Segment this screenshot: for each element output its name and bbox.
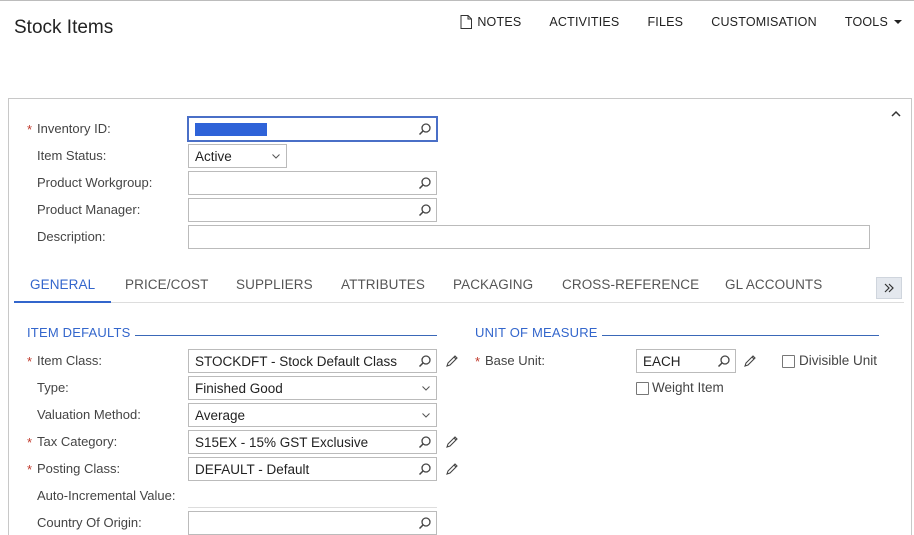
- caret-down-icon: [894, 20, 902, 24]
- search-icon[interactable]: [418, 203, 432, 217]
- more-tabs-button[interactable]: [876, 277, 902, 299]
- country-of-origin-input[interactable]: [188, 511, 437, 535]
- tab-suppliers[interactable]: SUPPLIERS: [220, 267, 329, 303]
- inventory-id-input[interactable]: [188, 117, 437, 141]
- product-workgroup-input[interactable]: [188, 171, 437, 195]
- required-marker: *: [27, 122, 33, 137]
- chevron-down-icon: [272, 154, 280, 159]
- top-bar: Stock Items NOTES ACTIVITIES FILES CUSTO…: [0, 0, 914, 98]
- item-class-label: Item Class:: [37, 353, 103, 368]
- tools-menu-button[interactable]: TOOLS: [845, 15, 902, 29]
- files-label: FILES: [647, 15, 684, 29]
- activities-label: ACTIVITIES: [549, 15, 620, 29]
- section-divider: [602, 335, 879, 336]
- search-icon[interactable]: [418, 176, 432, 190]
- required-marker: *: [475, 354, 481, 369]
- tab-general[interactable]: GENERAL: [14, 267, 112, 303]
- description-label: Description:: [37, 229, 106, 244]
- divisible-unit-checkbox[interactable]: [782, 355, 795, 368]
- tax-category-label: Tax Category:: [37, 434, 118, 449]
- posting-class-input[interactable]: DEFAULT - Default: [188, 457, 437, 481]
- search-icon[interactable]: [418, 435, 432, 449]
- form-panel: * Inventory ID: Item Status: Active Prod…: [8, 98, 912, 535]
- tax-category-input[interactable]: S15EX - 15% GST Exclusive: [188, 430, 437, 454]
- search-icon[interactable]: [418, 122, 432, 136]
- pencil-icon[interactable]: [445, 354, 459, 368]
- weight-item-checkbox[interactable]: [636, 382, 649, 395]
- inventory-id-label: Inventory ID:: [37, 121, 111, 136]
- chevron-down-icon: [422, 386, 430, 391]
- text-selection: [195, 123, 267, 136]
- base-unit-input[interactable]: EACH: [636, 349, 736, 373]
- search-icon[interactable]: [418, 516, 432, 530]
- double-chevron-right-icon: [884, 283, 894, 293]
- tools-label: TOOLS: [844, 15, 888, 29]
- item-status-select[interactable]: Active: [188, 144, 287, 168]
- tab-cross-reference[interactable]: CROSS-REFERENCE: [546, 267, 715, 303]
- product-workgroup-label: Product Workgroup:: [37, 175, 153, 190]
- pencil-icon[interactable]: [445, 435, 459, 449]
- valuation-method-select[interactable]: Average: [188, 403, 437, 427]
- type-label: Type:: [37, 380, 69, 395]
- required-marker: *: [27, 354, 33, 369]
- item-class-input[interactable]: STOCKDFT - Stock Default Class: [188, 349, 437, 373]
- pencil-icon[interactable]: [743, 354, 757, 368]
- activities-button[interactable]: ACTIVITIES: [549, 15, 619, 29]
- divisible-unit-label: Divisible Unit: [799, 353, 878, 368]
- section-divider: [135, 335, 437, 336]
- pencil-icon[interactable]: [445, 462, 459, 476]
- country-of-origin-label: Country Of Origin:: [37, 515, 142, 530]
- note-icon: [460, 15, 473, 29]
- customisation-button[interactable]: CUSTOMISATION: [711, 15, 817, 29]
- tab-gl-accounts[interactable]: GL ACCOUNTS: [709, 267, 838, 303]
- auto-incremental-underline: [188, 507, 437, 508]
- tab-attributes[interactable]: ATTRIBUTES: [325, 267, 441, 303]
- chevron-down-icon: [422, 413, 430, 418]
- tab-bar: GENERAL PRICE/COST SUPPLIERS ATTRIBUTES …: [14, 267, 904, 303]
- search-icon[interactable]: [717, 354, 731, 368]
- notes-button[interactable]: NOTES: [460, 15, 521, 29]
- page-title: Stock Items: [14, 17, 114, 38]
- notes-label: NOTES: [477, 15, 522, 29]
- customisation-label: CUSTOMISATION: [711, 15, 817, 29]
- unit-of-measure-title: UNIT OF MEASURE: [475, 325, 598, 340]
- tab-price-cost[interactable]: PRICE/COST: [109, 267, 225, 303]
- base-unit-label: Base Unit:: [485, 353, 545, 368]
- posting-class-label: Posting Class:: [37, 461, 121, 476]
- valuation-method-label: Valuation Method:: [37, 407, 141, 422]
- product-manager-label: Product Manager:: [37, 202, 141, 217]
- product-manager-input[interactable]: [188, 198, 437, 222]
- item-status-label: Item Status:: [37, 148, 107, 163]
- toolbar: NOTES ACTIVITIES FILES CUSTOMISATION TOO…: [460, 15, 914, 29]
- required-marker: *: [27, 462, 33, 477]
- description-input[interactable]: [188, 225, 870, 249]
- weight-item-label: Weight Item: [652, 380, 724, 395]
- auto-incremental-label: Auto-Incremental Value:: [37, 488, 176, 503]
- chevron-up-icon[interactable]: [889, 107, 903, 121]
- search-icon[interactable]: [418, 354, 432, 368]
- type-select[interactable]: Finished Good: [188, 376, 437, 400]
- item-defaults-title: ITEM DEFAULTS: [27, 325, 131, 340]
- required-marker: *: [27, 435, 33, 450]
- tab-packaging[interactable]: PACKAGING: [437, 267, 549, 303]
- search-icon[interactable]: [418, 462, 432, 476]
- files-button[interactable]: FILES: [647, 15, 683, 29]
